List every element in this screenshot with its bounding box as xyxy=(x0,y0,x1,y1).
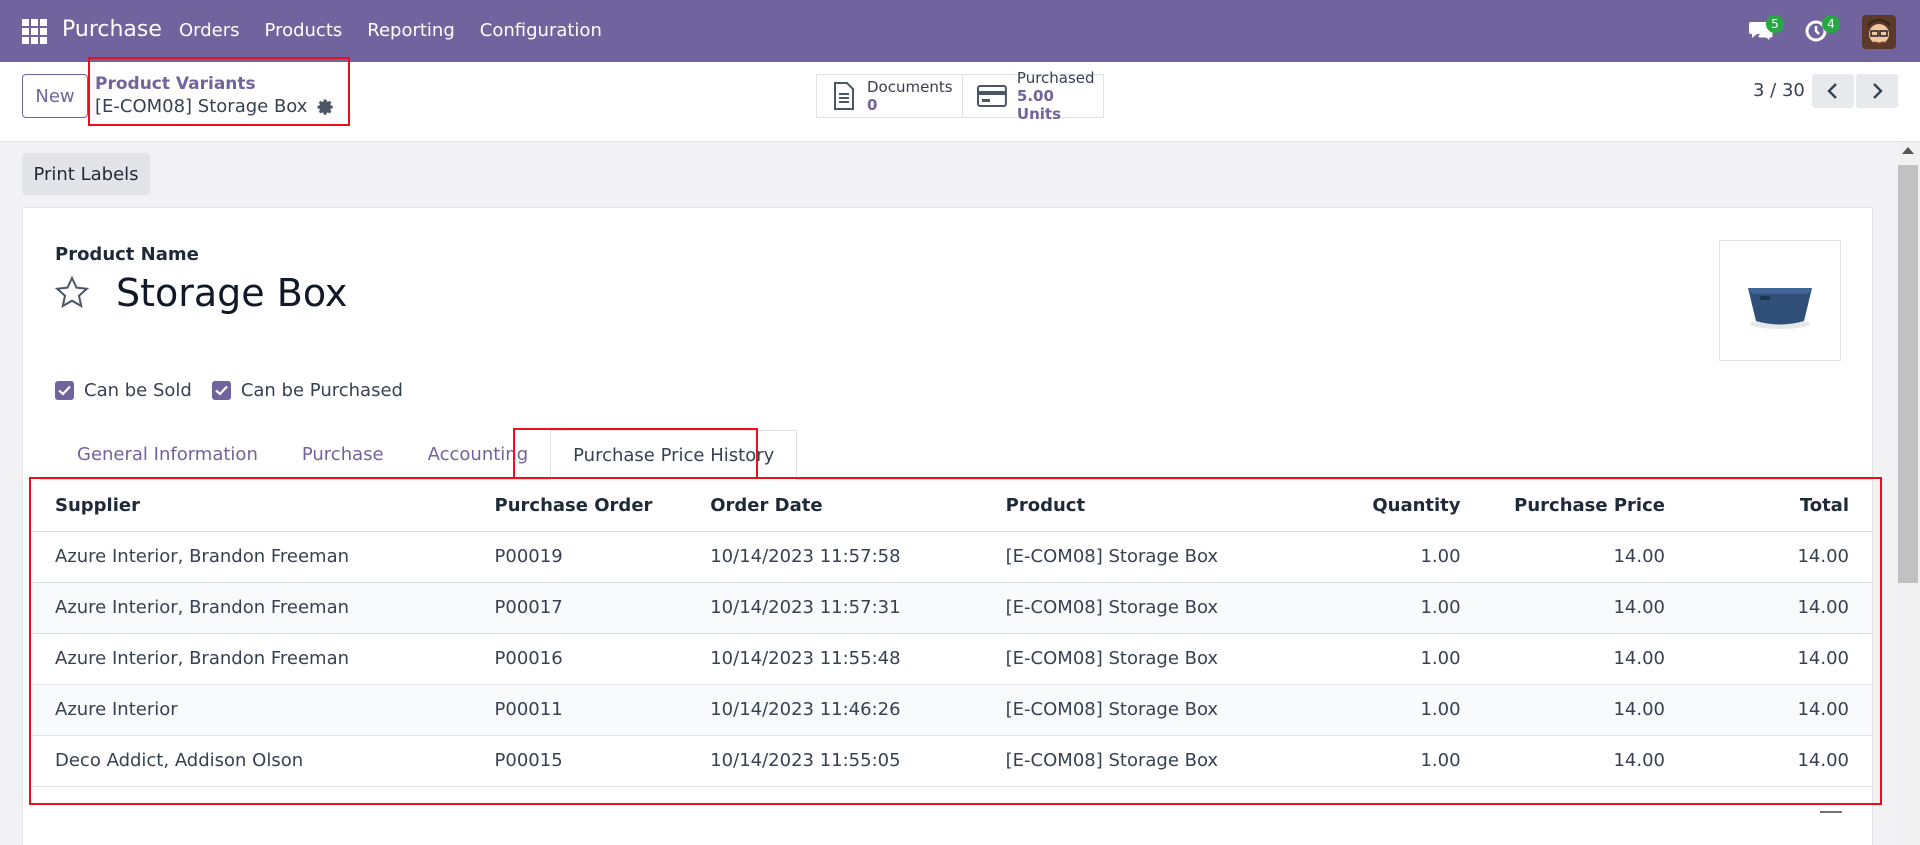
chevron-left-icon xyxy=(1827,83,1837,99)
messages-badge: 5 xyxy=(1766,15,1784,33)
main-menu: Orders Products Reporting Configuration xyxy=(179,20,602,41)
can-be-purchased-label: Can be Purchased xyxy=(240,380,403,401)
storage-box-image xyxy=(1748,287,1812,329)
user-avatar[interactable] xyxy=(1862,15,1896,49)
purchased-quantity: 5.00 Units xyxy=(1016,87,1062,123)
tab-highlight-box xyxy=(513,428,758,479)
checkbox-checked-icon xyxy=(55,381,74,400)
can-be-sold-checkbox[interactable]: Can be Sold xyxy=(55,380,192,401)
favorite-star-icon[interactable] xyxy=(54,275,90,311)
product-name-label: Product Name xyxy=(55,244,199,265)
tab-general-information[interactable]: General Information xyxy=(55,430,280,480)
document-icon xyxy=(834,82,854,110)
menu-products[interactable]: Products xyxy=(265,20,343,41)
checkbox-checked-icon xyxy=(211,381,231,400)
app-brand[interactable]: Purchase xyxy=(62,17,162,42)
apps-grid-icon[interactable] xyxy=(22,19,47,44)
documents-label: Documents xyxy=(867,78,953,96)
scroll-up-arrow-icon[interactable] xyxy=(1902,147,1914,154)
pager-previous-button[interactable] xyxy=(1812,74,1854,108)
breadcrumb-highlight-box xyxy=(88,57,350,126)
menu-reporting[interactable]: Reporting xyxy=(367,20,455,41)
top-navbar: Purchase Orders Products Reporting Confi… xyxy=(0,0,1920,62)
new-button[interactable]: New xyxy=(22,74,88,118)
product-image[interactable] xyxy=(1719,240,1841,361)
documents-smart-button[interactable]: Documents 0 xyxy=(816,74,963,118)
menu-orders[interactable]: Orders xyxy=(179,20,240,41)
record-pager[interactable]: 3 / 30 xyxy=(1753,80,1805,101)
chevron-right-icon xyxy=(1873,83,1883,99)
purchased-smart-button[interactable]: Purchased 5.00 Units xyxy=(962,69,1104,123)
tab-purchase[interactable]: Purchase xyxy=(280,430,406,480)
activities-badge: 4 xyxy=(1822,15,1840,33)
table-footer-dash xyxy=(1820,811,1842,813)
product-flags: Can be Sold Can be Purchased xyxy=(55,380,403,401)
can-be-purchased-checkbox[interactable]: Can be Purchased xyxy=(211,380,403,401)
pager-next-button[interactable] xyxy=(1856,74,1898,108)
product-name-input[interactable]: Storage Box xyxy=(116,271,347,315)
can-be-sold-label: Can be Sold xyxy=(84,380,192,401)
purchased-label: Purchased xyxy=(1016,69,1095,87)
menu-configuration[interactable]: Configuration xyxy=(480,20,602,41)
print-labels-button[interactable]: Print Labels xyxy=(22,153,150,195)
scrollbar-thumb[interactable] xyxy=(1898,165,1918,583)
credit-card-icon xyxy=(977,85,1007,107)
table-highlight-box xyxy=(29,477,1882,805)
documents-count: 0 xyxy=(867,96,878,114)
